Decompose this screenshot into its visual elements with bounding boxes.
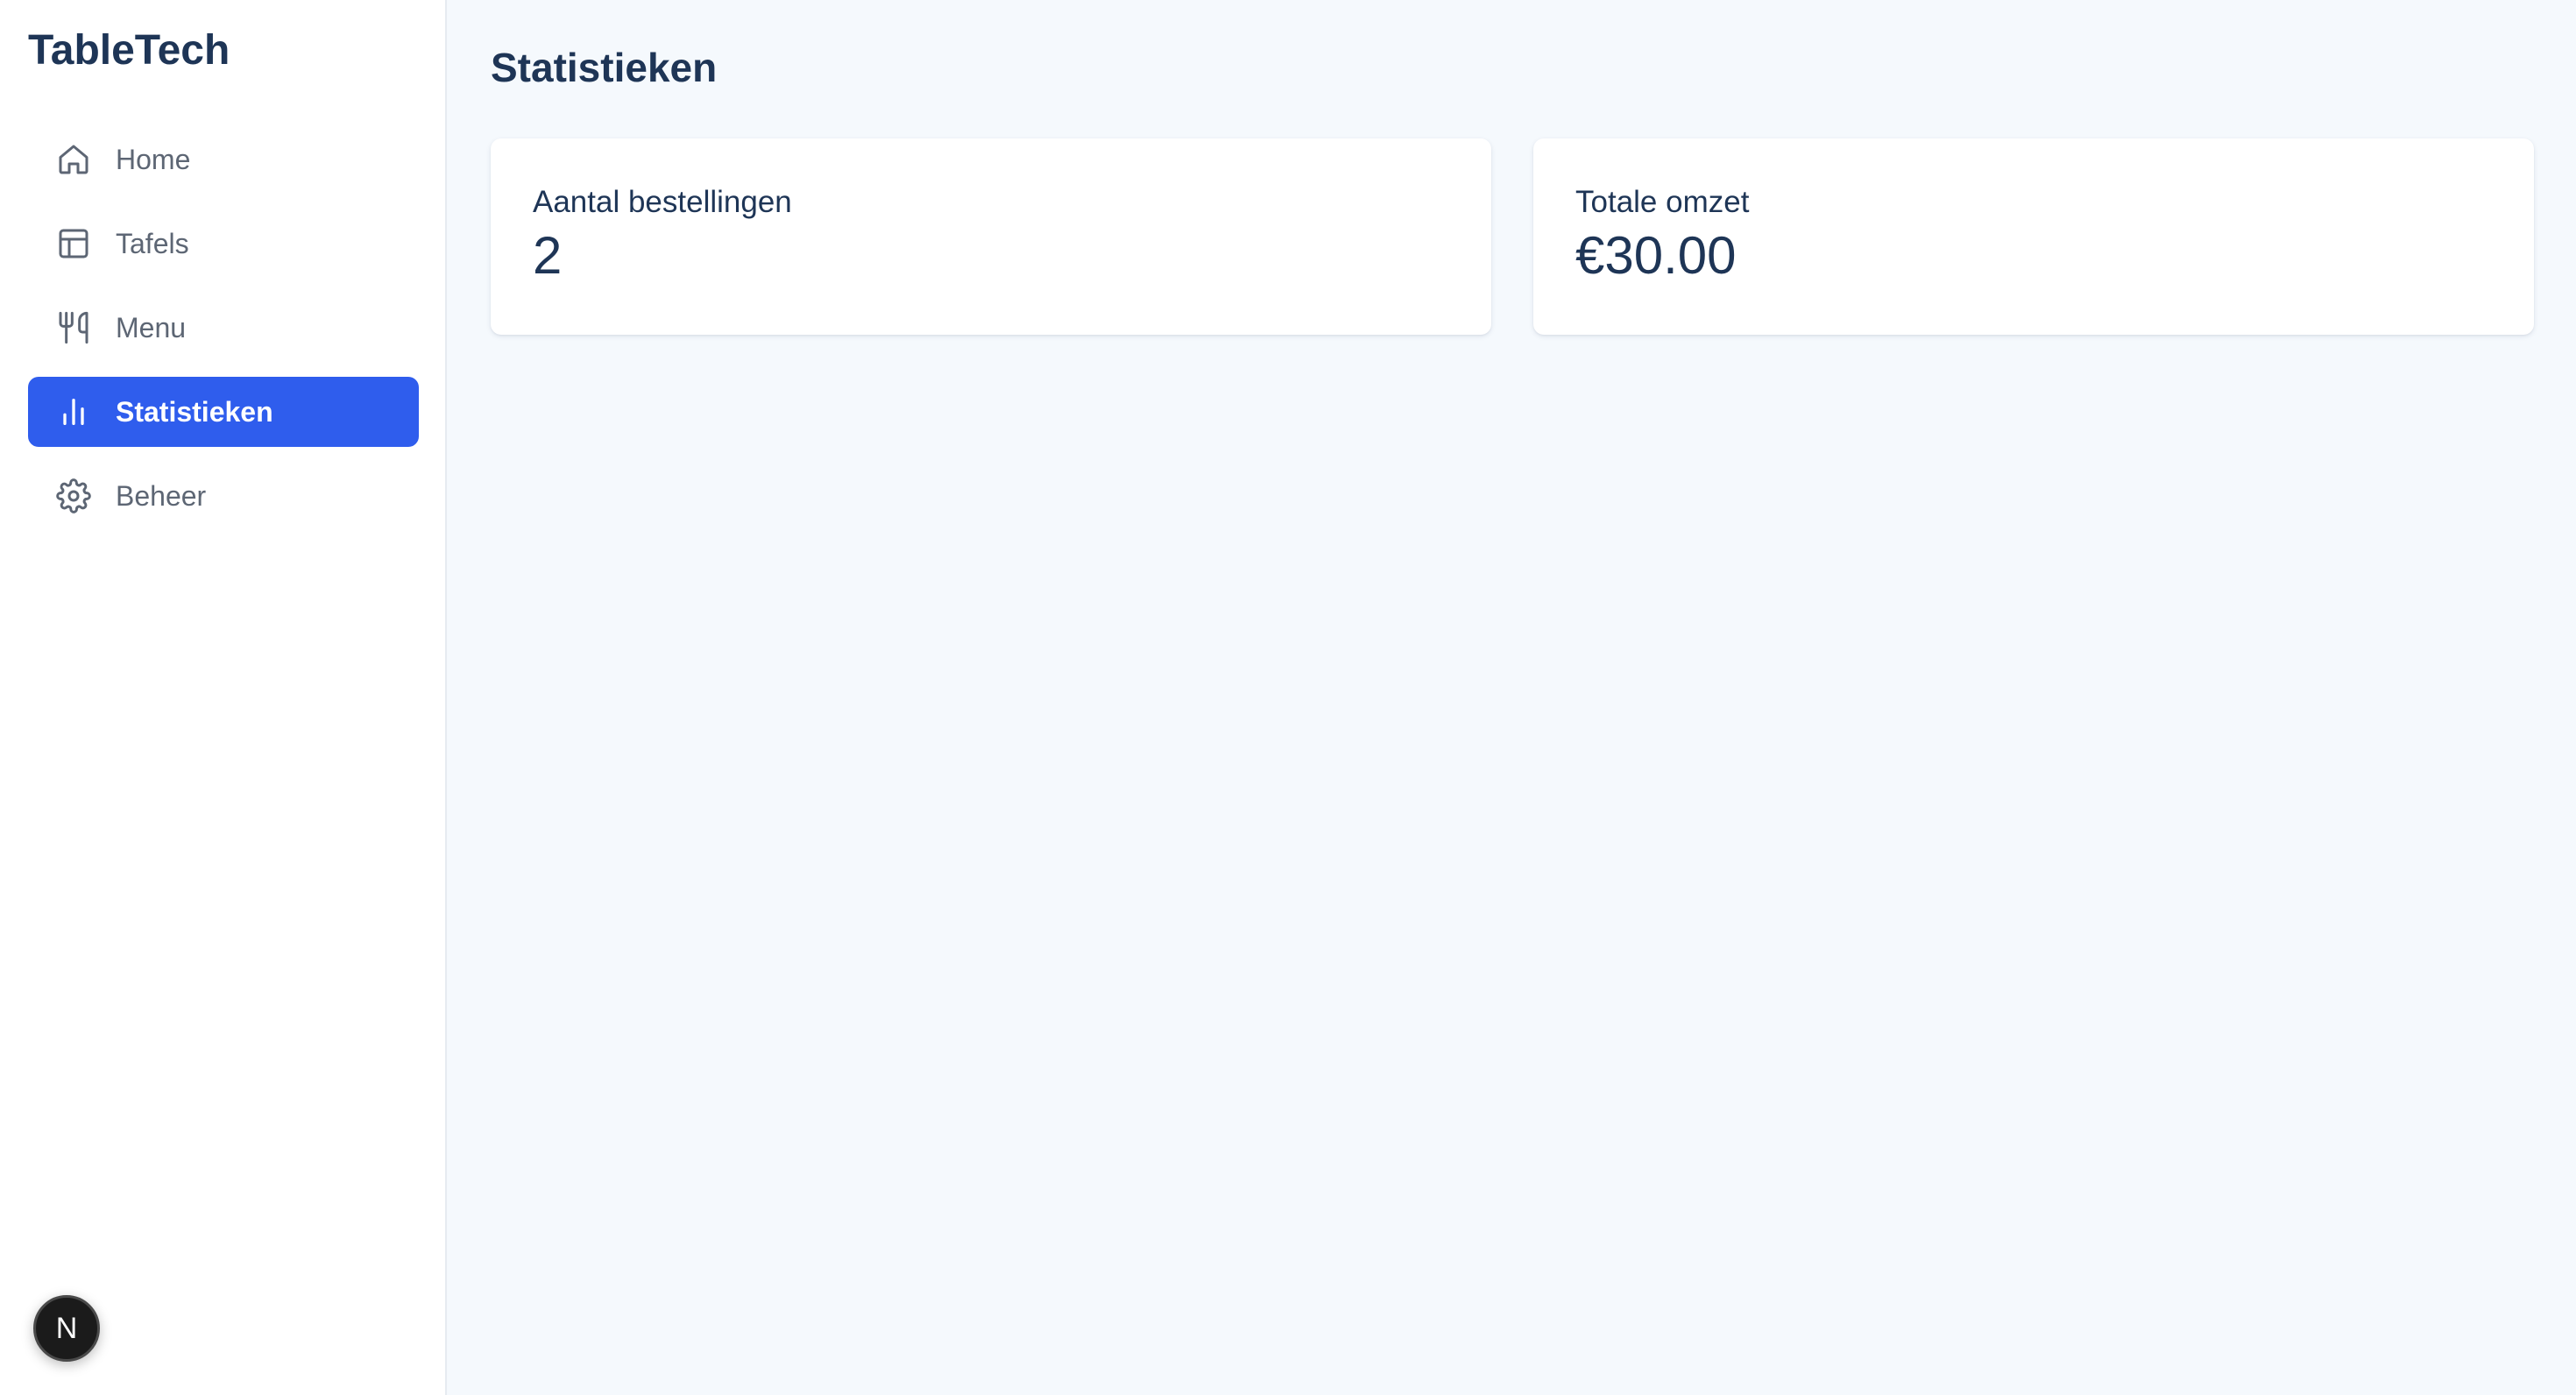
sidebar-item-beheer[interactable]: Beheer — [28, 461, 419, 531]
stat-card-value: 2 — [533, 225, 563, 285]
sidebar: TableTech Home Tafels Menu Statistieken … — [0, 0, 447, 1395]
sidebar-item-home[interactable]: Home — [28, 124, 419, 195]
stat-card-label: Totale omzet — [1575, 185, 1750, 219]
sidebar-item-menu[interactable]: Menu — [28, 293, 419, 363]
stat-card-revenue: Totale omzet €30.00 — [1533, 138, 2534, 335]
sidebar-item-label: Beheer — [116, 479, 207, 512]
brand-logo[interactable]: TableTech — [28, 26, 230, 74]
nextjs-badge-button[interactable]: N — [33, 1295, 100, 1362]
stats-cards: Aantal bestellingen 2 Totale omzet €30.0… — [491, 138, 2534, 335]
sidebar-item-statistieken[interactable]: Statistieken — [28, 377, 419, 447]
gear-icon — [56, 478, 91, 513]
main-content: Statistieken Aantal bestellingen 2 Total… — [447, 0, 2576, 1395]
sidebar-item-tafels[interactable]: Tafels — [28, 209, 419, 279]
stat-card-label: Aantal bestellingen — [533, 185, 792, 219]
bar-chart-icon — [56, 394, 91, 429]
sidebar-item-label: Statistieken — [116, 395, 273, 428]
stat-card-orders: Aantal bestellingen 2 — [491, 138, 1491, 335]
page-title: Statistieken — [491, 45, 718, 90]
stat-card-value: €30.00 — [1575, 225, 1737, 285]
badge-letter: N — [55, 1311, 78, 1345]
home-icon — [56, 142, 91, 177]
utensils-icon — [56, 310, 91, 345]
sidebar-nav: Home Tafels Menu Statistieken Beheer — [28, 124, 419, 545]
sidebar-item-label: Tafels — [116, 227, 189, 259]
sidebar-item-label: Home — [116, 143, 191, 175]
table-icon — [56, 226, 91, 261]
sidebar-item-label: Menu — [116, 311, 187, 343]
app-root: TableTech Home Tafels Menu Statistieken … — [0, 0, 2576, 1395]
